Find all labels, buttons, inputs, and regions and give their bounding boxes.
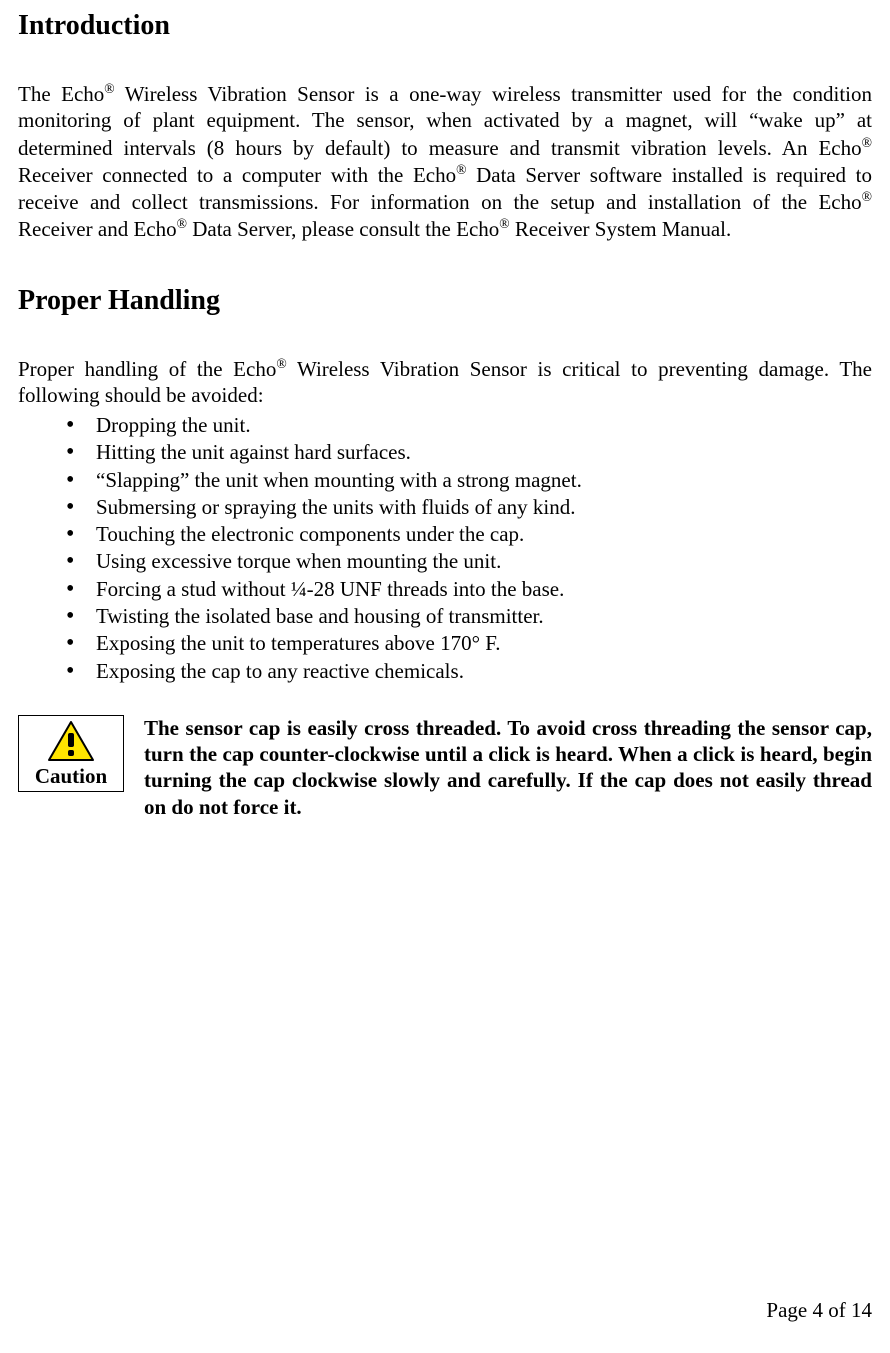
reg-mark-5: ® [177, 216, 187, 231]
caution-box: Caution [18, 715, 124, 792]
intro-text-5: Receiver and Echo [18, 217, 177, 241]
handling-lead-1: Proper handling of the Echo [18, 357, 276, 381]
list-item: “Slapping” the unit when mounting with a… [66, 467, 872, 494]
intro-text-7: Receiver System Manual. [510, 217, 732, 241]
intro-paragraph: The Echo® Wireless Vibration Sensor is a… [18, 80, 872, 243]
caution-label: Caution [21, 764, 121, 789]
list-item: Twisting the isolated base and housing o… [66, 603, 872, 630]
warning-icon [21, 718, 121, 764]
reg-mark-1: ® [104, 81, 114, 96]
reg-mark-4: ® [862, 189, 872, 204]
list-item: Dropping the unit. [66, 412, 872, 439]
page-number: Page 4 of 14 [766, 1298, 872, 1323]
handling-list: Dropping the unit. Hitting the unit agai… [18, 412, 872, 685]
heading-proper-handling: Proper Handling [18, 285, 872, 317]
caution-block: Caution The sensor cap is easily cross t… [18, 715, 872, 820]
reg-mark-2: ® [862, 135, 872, 150]
intro-text-1: The Echo [18, 82, 104, 106]
list-item: Forcing a stud without ¼-28 UNF threads … [66, 576, 872, 603]
list-item: Hitting the unit against hard surfaces. [66, 439, 872, 466]
reg-mark-3: ® [456, 162, 466, 177]
list-item: Exposing the cap to any reactive chemica… [66, 658, 872, 685]
handling-lead: Proper handling of the Echo® Wireless Vi… [18, 355, 872, 409]
caution-text: The sensor cap is easily cross threaded.… [144, 715, 872, 820]
reg-mark-7: ® [276, 356, 286, 371]
intro-text-2: Wireless Vibration Sensor is a one-way w… [18, 82, 872, 160]
list-item: Touching the electronic components under… [66, 521, 872, 548]
heading-introduction: Introduction [18, 10, 872, 42]
list-item: Submersing or spraying the units with fl… [66, 494, 872, 521]
list-item: Using excessive torque when mounting the… [66, 548, 872, 575]
intro-text-3: Receiver connected to a computer with th… [18, 163, 456, 187]
list-item: Exposing the unit to temperatures above … [66, 630, 872, 657]
intro-text-6: Data Server, please consult the Echo [187, 217, 499, 241]
reg-mark-6: ® [499, 216, 509, 231]
